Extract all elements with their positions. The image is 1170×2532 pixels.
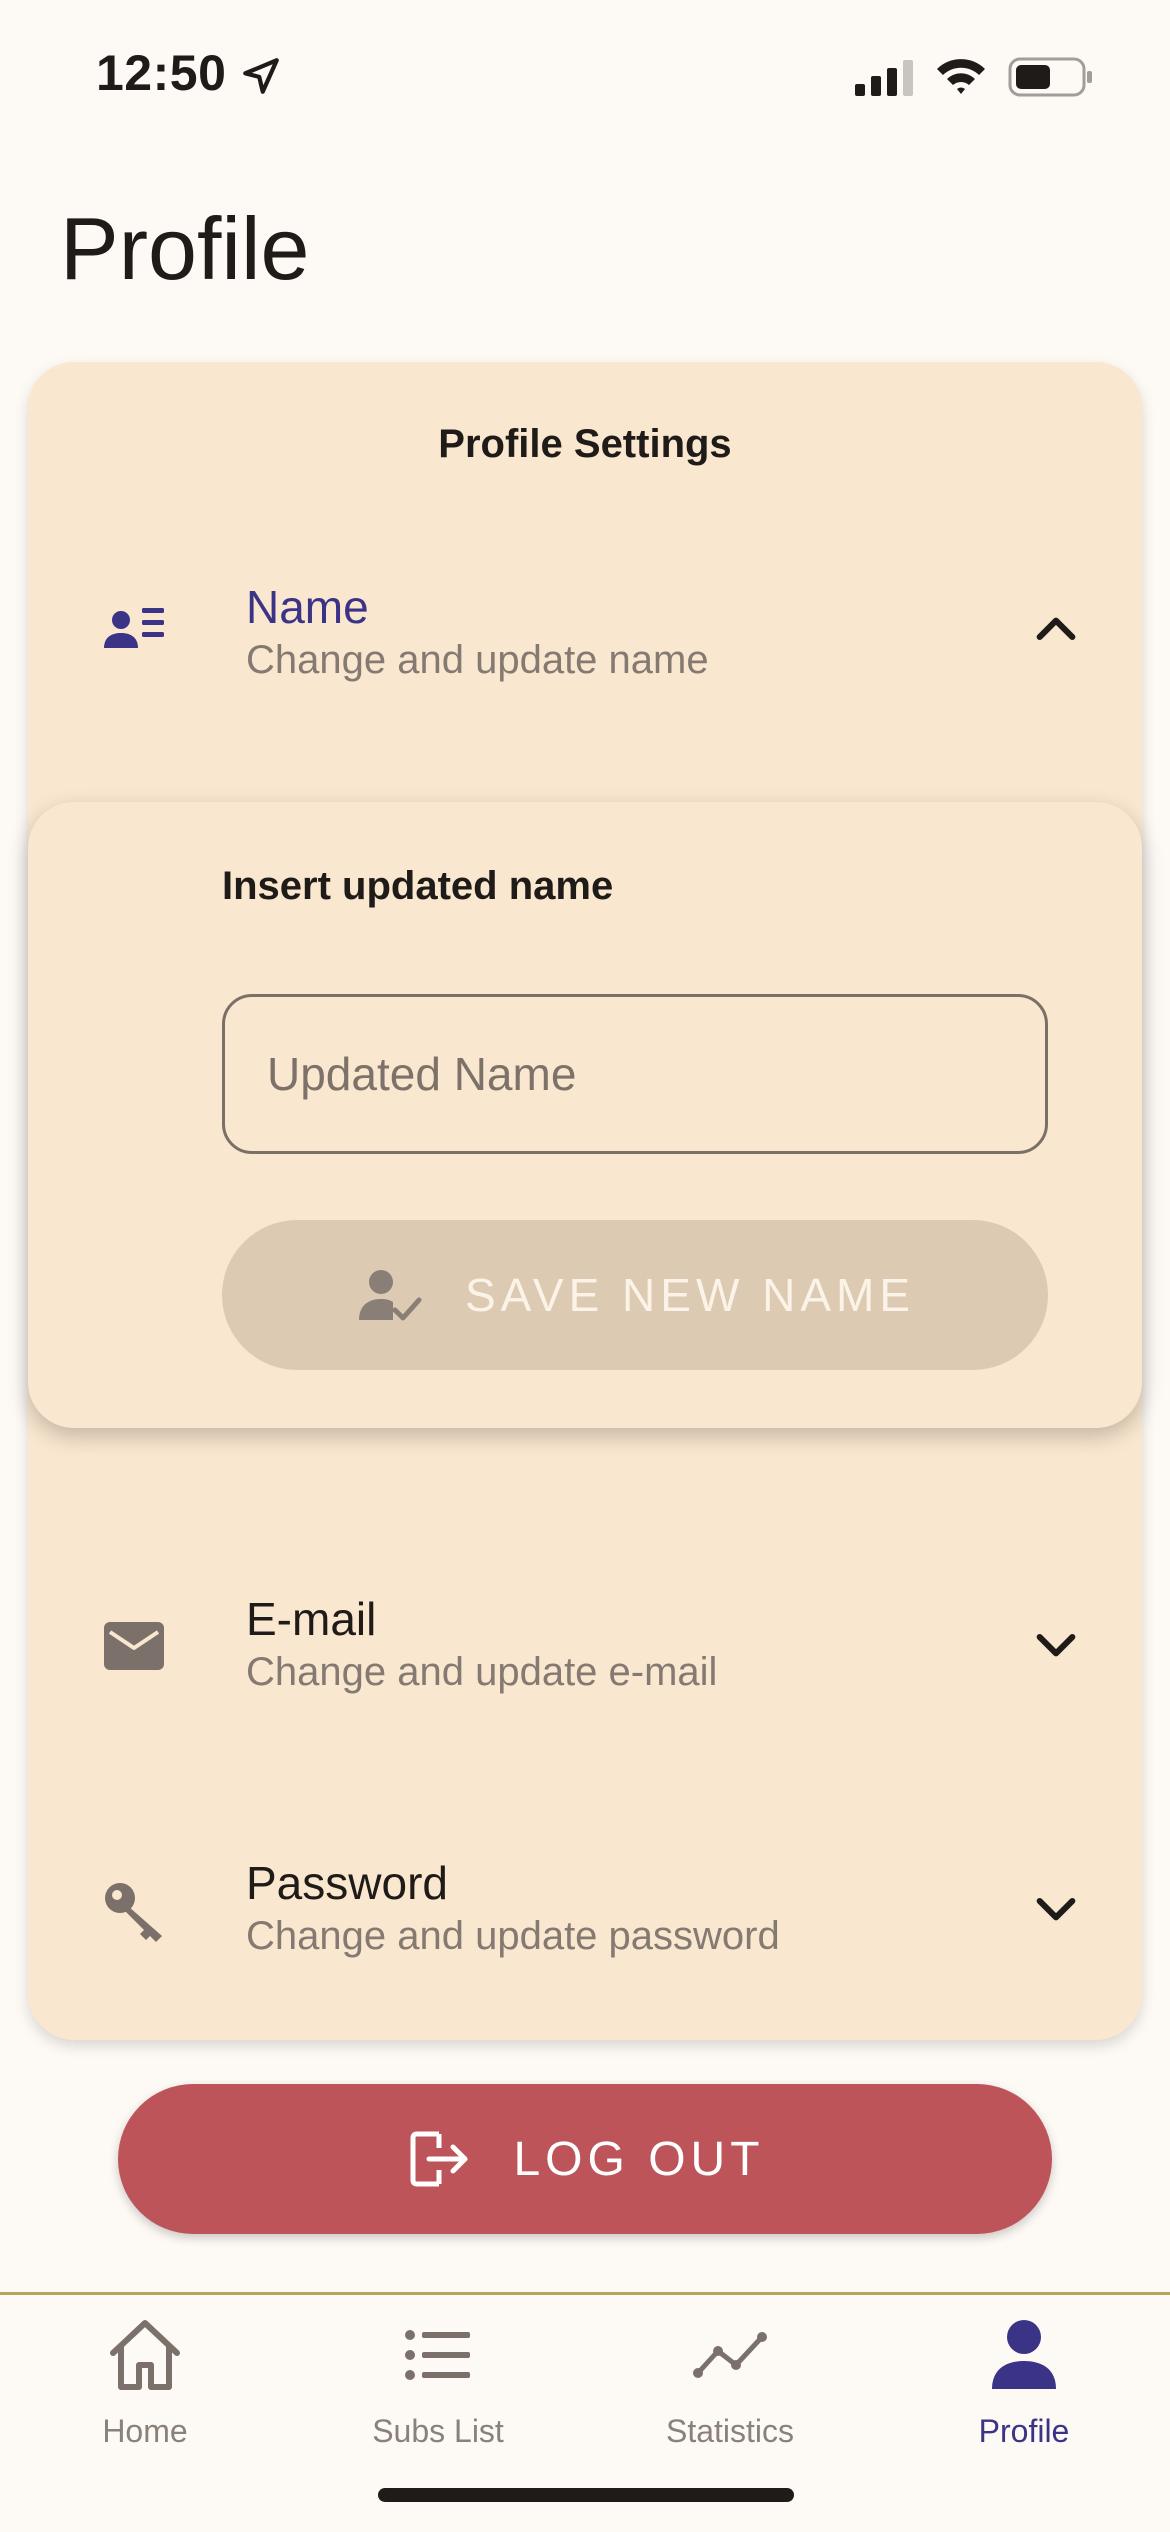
battery-icon: [1008, 57, 1092, 97]
email-setting-subtitle: Change and update e-mail: [246, 1650, 718, 1694]
save-new-name-button[interactable]: SAVE NEW NAME: [222, 1220, 1048, 1370]
name-setting-subtitle: Change and update name: [246, 638, 709, 682]
password-setting-title: Password: [246, 1857, 448, 1909]
password-setting-row[interactable]: Password Change and update password: [28, 1834, 1142, 1984]
name-update-panel: Insert updated name SAVE NEW NAME: [28, 802, 1142, 1428]
key-icon: [105, 1883, 162, 1942]
name-setting-row[interactable]: Name Change and update name: [28, 558, 1142, 708]
mail-icon: [104, 1622, 164, 1670]
person-icon: [992, 2320, 1056, 2389]
nav-label-profile: Profile: [978, 2413, 1070, 2449]
profile-settings-title: Profile Settings: [438, 422, 732, 466]
contact-list-icon: [104, 608, 164, 648]
home-indicator[interactable]: [378, 2488, 794, 2502]
nav-label-subs-list: Subs List: [372, 2413, 504, 2449]
chevron-down-icon[interactable]: [1028, 1616, 1084, 1672]
status-time: 12:50: [96, 45, 227, 101]
home-icon: [110, 2320, 180, 2390]
list-icon: [405, 2330, 470, 2380]
nav-item-statistics[interactable]: Statistics: [610, 2315, 850, 2465]
email-setting-row[interactable]: E-mail Change and update e-mail: [28, 1570, 1142, 1720]
location-arrow-icon: [243, 58, 279, 94]
nav-item-home[interactable]: Home: [25, 2315, 265, 2465]
logout-icon: [410, 2131, 468, 2187]
nav-item-profile[interactable]: Profile: [904, 2315, 1144, 2465]
wifi-icon: [937, 59, 985, 94]
logout-button[interactable]: LOG OUT: [118, 2084, 1052, 2234]
page-title: Profile: [60, 199, 310, 298]
name-setting-title: Name: [246, 581, 369, 633]
email-setting-title: E-mail: [246, 1593, 377, 1645]
chevron-up-icon[interactable]: [1028, 602, 1084, 658]
nav-item-subs-list[interactable]: Subs List: [318, 2315, 558, 2465]
person-check-icon: [358, 1270, 422, 1321]
status-bar: 12:50: [0, 0, 1170, 150]
statistics-icon: [693, 2332, 767, 2378]
nav-label-statistics: Statistics: [665, 2413, 795, 2449]
profile-screen: 12:50 Profile Profile Settings Name Chan…: [0, 0, 1170, 2532]
insert-name-label: Insert updated name: [222, 864, 614, 908]
profile-settings-card: Profile Settings Name Change and update …: [28, 362, 1142, 2040]
logout-label: LOG OUT: [513, 2132, 765, 2186]
nav-label-home: Home: [102, 2413, 188, 2449]
cellular-signal-icon: [855, 60, 913, 96]
password-setting-subtitle: Change and update password: [246, 1914, 780, 1958]
chevron-down-icon[interactable]: [1028, 1880, 1084, 1936]
updated-name-input[interactable]: [222, 994, 1048, 1154]
save-new-name-label: SAVE NEW NAME: [464, 1269, 916, 1321]
